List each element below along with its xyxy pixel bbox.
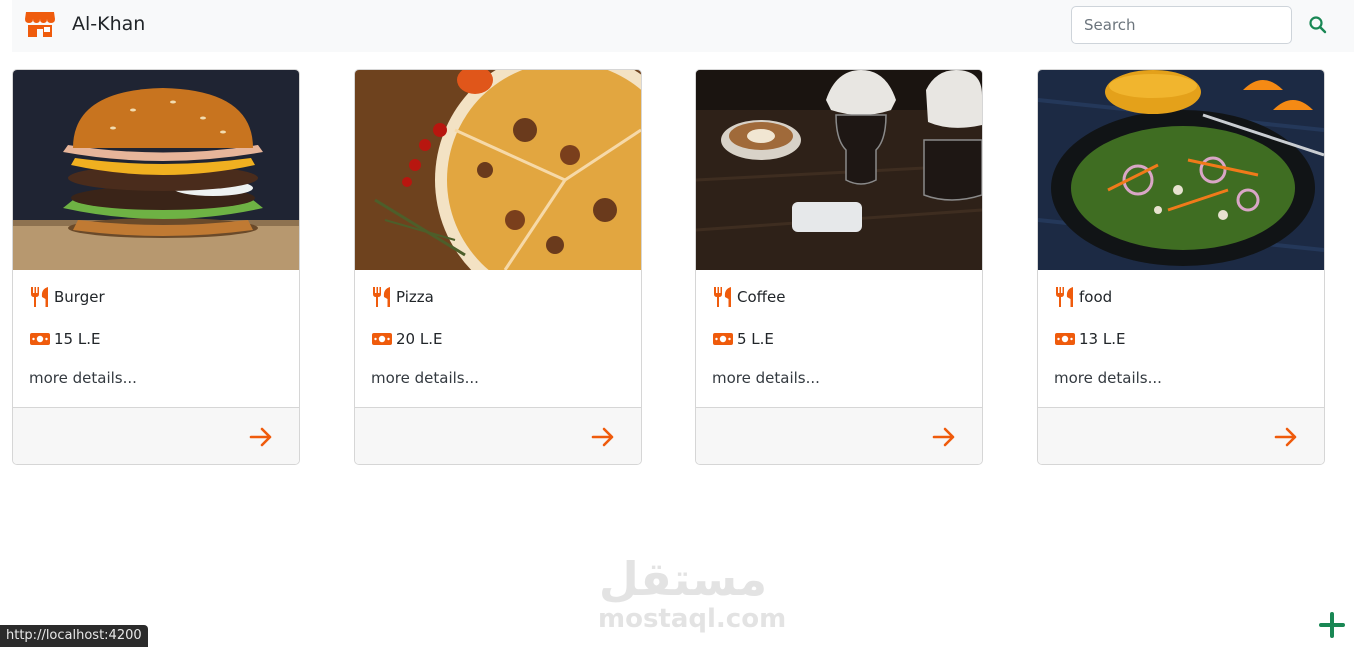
burger-photo xyxy=(13,70,299,270)
search-input[interactable] xyxy=(1071,6,1292,44)
more-details-link[interactable]: more details... xyxy=(712,369,820,387)
card-footer xyxy=(696,407,982,464)
card-name-row: Coffee xyxy=(712,286,785,308)
card-price-row: 13 L.E xyxy=(1054,328,1125,350)
arrow-right-icon[interactable] xyxy=(1274,426,1298,448)
plus-icon[interactable] xyxy=(1318,611,1346,639)
product-price: 5 L.E xyxy=(737,330,774,348)
browser-status-url: http://localhost:4200 xyxy=(0,625,148,647)
money-bill-icon xyxy=(29,328,51,350)
card-price-row: 20 L.E xyxy=(371,328,442,350)
coffee-photo xyxy=(696,70,982,270)
product-card-burger: Burger 15 L.E more details... xyxy=(12,69,300,465)
money-bill-icon xyxy=(371,328,393,350)
more-details-link[interactable]: more details... xyxy=(371,369,479,387)
more-details-link[interactable]: more details... xyxy=(29,369,137,387)
product-card-food: food 13 L.E more details... xyxy=(1037,69,1325,465)
arrow-right-icon[interactable] xyxy=(932,426,956,448)
product-name: Pizza xyxy=(396,288,434,306)
money-bill-icon xyxy=(1054,328,1076,350)
more-details-link[interactable]: more details... xyxy=(1054,369,1162,387)
product-card-pizza: Pizza 20 L.E more details... xyxy=(354,69,642,465)
utensils-icon xyxy=(371,286,393,308)
card-price-row: 15 L.E xyxy=(29,328,100,350)
utensils-icon xyxy=(1054,286,1076,308)
product-name: Coffee xyxy=(737,288,786,306)
arrow-right-icon[interactable] xyxy=(249,426,273,448)
pizza-photo xyxy=(355,70,641,270)
navbar: Al-Khan xyxy=(12,0,1354,52)
search-icon[interactable] xyxy=(1308,15,1330,37)
card-name-row: Pizza xyxy=(371,286,434,308)
card-footer xyxy=(1038,407,1324,464)
watermark: مستقل mostaql.com xyxy=(598,552,787,634)
watermark-latin: mostaql.com xyxy=(598,604,787,634)
card-footer xyxy=(13,407,299,464)
card-price-row: 5 L.E xyxy=(712,328,774,350)
store-icon[interactable] xyxy=(24,10,56,38)
utensils-icon xyxy=(712,286,734,308)
product-price: 15 L.E xyxy=(54,330,101,348)
brand-name[interactable]: Al-Khan xyxy=(72,13,145,35)
arrow-right-icon[interactable] xyxy=(591,426,615,448)
card-name-row: Burger xyxy=(29,286,105,308)
product-name: food xyxy=(1079,288,1113,306)
card-footer xyxy=(355,407,641,464)
card-name-row: food xyxy=(1054,286,1112,308)
product-price: 13 L.E xyxy=(1079,330,1126,348)
money-bill-icon xyxy=(712,328,734,350)
utensils-icon xyxy=(29,286,51,308)
product-card-coffee: Coffee 5 L.E more details... xyxy=(695,69,983,465)
watermark-arabic: مستقل xyxy=(598,552,768,606)
salad-photo xyxy=(1038,70,1324,270)
product-price: 20 L.E xyxy=(396,330,443,348)
product-name: Burger xyxy=(54,288,105,306)
